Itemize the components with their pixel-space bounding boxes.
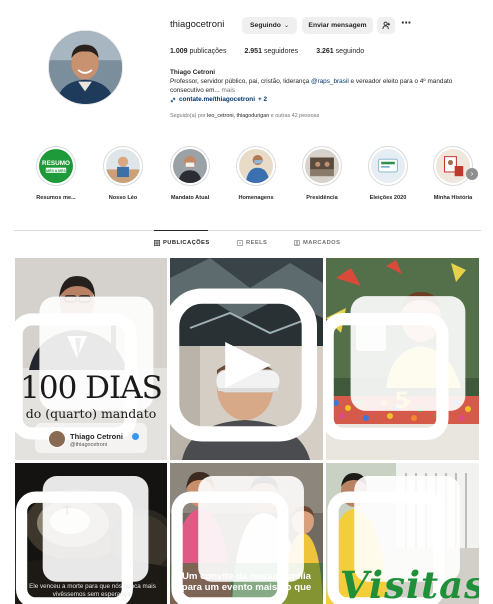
- profile-bio: Professor, servidor público, pai, cristã…: [170, 78, 480, 95]
- profile-avatar[interactable]: [48, 30, 123, 105]
- posts-count-stat: 1.009 publicações: [170, 48, 226, 55]
- highlight-cover: RESUMO MÊS A MÊS: [39, 149, 73, 183]
- active-tab-indicator: [154, 230, 208, 231]
- bio-mention-link[interactable]: @raps_brasil: [311, 78, 349, 85]
- highlight-eleicoes-2020[interactable]: Eleições 2020: [359, 146, 417, 201]
- tab-reels-label: REELS: [246, 240, 268, 246]
- highlight-label: Resumos me...: [36, 195, 76, 201]
- post-headline: 100 DIAS: [20, 370, 163, 406]
- followed-by-names: leo_cetroni, thiagodurigan: [207, 113, 270, 119]
- post-tile[interactable]: Ele venceu a morte para que nós nunca ma…: [15, 463, 167, 604]
- highlight-ring: [170, 146, 210, 186]
- reels-icon: [237, 240, 243, 246]
- highlights-next-chevron-icon[interactable]: ›: [466, 168, 478, 180]
- highlight-label: Minha História: [433, 195, 473, 201]
- tab-posts[interactable]: PUBLICAÇÕES: [154, 240, 210, 246]
- following-label: seguindo: [335, 48, 365, 55]
- highlight-ring: [302, 146, 342, 186]
- highlight-resumos[interactable]: RESUMO MÊS A MÊS Resumos me...: [27, 146, 85, 201]
- bio-more-link[interactable]: mais: [220, 87, 236, 94]
- highlight-cover: [305, 149, 339, 183]
- highlight-nosso-leo[interactable]: Nosso Léo: [94, 146, 152, 201]
- suggested-accounts-button[interactable]: [377, 17, 395, 34]
- post-caption: Um convite da nossa família para um even…: [181, 571, 312, 593]
- grid-icon: [154, 240, 160, 246]
- tab-tagged[interactable]: MARCADOS: [294, 240, 340, 246]
- highlight-label: Presidência: [306, 195, 338, 201]
- bio-text: Professor, servidor público, pai, cristã…: [170, 78, 312, 85]
- following-button-label: Seguindo: [250, 22, 281, 29]
- send-message-button[interactable]: Enviar mensagem: [302, 17, 373, 34]
- highlight-presidencia[interactable]: Presidência: [293, 146, 351, 201]
- link-icon: [170, 97, 176, 102]
- highlight-homenagens[interactable]: Homenagens: [227, 146, 285, 201]
- post-caption: Ele venceu a morte para que nós nunca ma…: [29, 583, 156, 598]
- person-plus-icon: [381, 21, 390, 30]
- verified-badge-icon: [132, 433, 139, 440]
- highlight-cover: [239, 149, 273, 183]
- followers-stat[interactable]: 2.951 seguidores: [244, 48, 298, 55]
- highlight-badge-line1: RESUMO: [42, 160, 70, 167]
- following-stat[interactable]: 3.261 seguindo: [316, 48, 364, 55]
- ellipsis-icon[interactable]: ···: [401, 16, 414, 33]
- following-button[interactable]: Seguindo ⌄: [242, 17, 297, 34]
- highlight-mandato-atual[interactable]: Mandato Atual: [161, 146, 219, 201]
- highlight-label: Nosso Léo: [108, 195, 138, 201]
- following-count: 3.261: [316, 48, 334, 55]
- posts-label: publicações: [189, 48, 227, 55]
- highlight-cover: [436, 149, 470, 183]
- followers-label: seguidores: [263, 48, 299, 55]
- followers-count: 2.951: [244, 48, 262, 55]
- highlight-ring: [368, 146, 408, 186]
- profile-link-text: contate.me/thiagocetroni: [179, 96, 255, 103]
- followed-by-text[interactable]: Seguido(a) por leo_cetroni, thiagoduriga…: [170, 113, 319, 119]
- profile-username: thiagocetroni: [170, 19, 225, 30]
- post-caption: Visitas: [340, 563, 479, 604]
- highlight-label: Homenagens: [238, 195, 274, 201]
- followed-by-suffix: e outras 42 pessoas: [269, 113, 320, 119]
- tabs-divider: [14, 230, 481, 231]
- post-author-handle: @thiagocetroni: [70, 442, 108, 448]
- tab-posts-label: PUBLICAÇÕES: [163, 240, 210, 246]
- carousel-icon: [15, 296, 154, 440]
- highlight-label: Eleições 2020: [369, 195, 407, 201]
- tag-icon: [294, 240, 300, 246]
- post-author-name: Thiago Cetroni: [70, 432, 123, 441]
- post-tile[interactable]: [170, 258, 323, 460]
- tab-tagged-label: MARCADOS: [303, 240, 341, 246]
- highlight-ring: [236, 146, 276, 186]
- highlight-ring: RESUMO MÊS A MÊS: [36, 146, 76, 186]
- post-tile[interactable]: Um convite da nossa família para um even…: [170, 463, 323, 604]
- profile-full-name: Thiago Cetroni: [170, 69, 216, 76]
- posts-count: 1.009: [170, 48, 188, 55]
- post-author-avatar: [48, 430, 66, 448]
- send-message-label: Enviar mensagem: [308, 22, 367, 29]
- highlight-label: Mandato Atual: [170, 195, 210, 201]
- followed-by-prefix: Seguido(a) por: [170, 113, 208, 119]
- post-tile[interactable]: Visitas: [326, 463, 479, 604]
- highlight-cover: [371, 149, 405, 183]
- highlight-ring: [433, 146, 473, 186]
- post-tile[interactable]: 100 DIAS do (quarto) mandato Thiago Cetr…: [15, 258, 167, 460]
- post-tile[interactable]: 5: [326, 258, 479, 460]
- post-subheadline: do (quarto) mandato: [25, 406, 157, 421]
- carousel-icon: [326, 296, 466, 440]
- highlight-cover: [173, 149, 207, 183]
- profile-link[interactable]: contate.me/thiagocetroni + 2: [170, 96, 267, 103]
- highlight-badge-line2: MÊS A MÊS: [46, 168, 66, 173]
- reels-icon: [170, 288, 317, 442]
- highlight-ring: [103, 146, 143, 186]
- highlight-cover: [106, 149, 140, 183]
- profile-link-extra: + 2: [258, 96, 268, 103]
- profile-stats: 1.009 publicações 2.951 seguidores 3.261…: [170, 48, 382, 55]
- tab-reels[interactable]: REELS: [237, 240, 267, 246]
- chevron-down-icon: ⌄: [283, 23, 289, 29]
